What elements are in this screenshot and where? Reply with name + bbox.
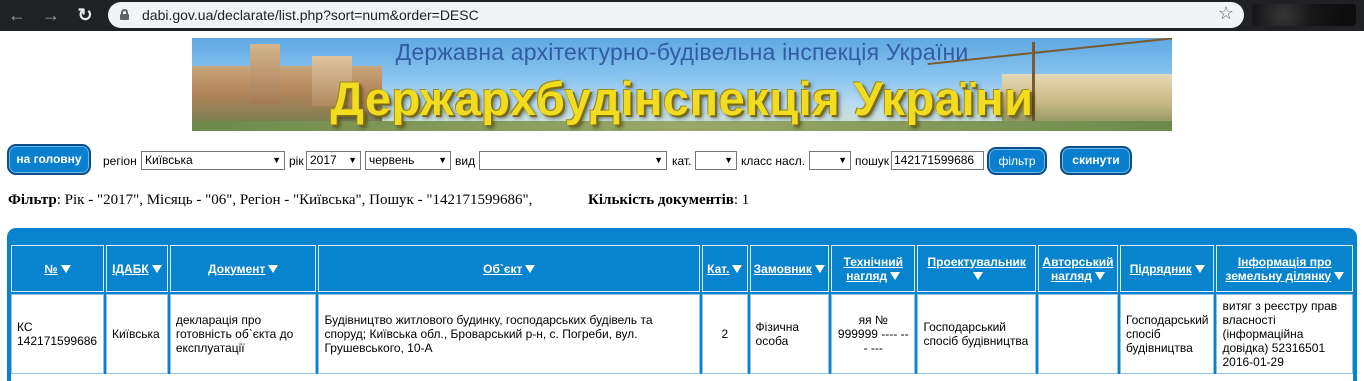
type-label: вид [455,154,476,168]
dropdown-arrow-icon: ▼ [438,155,447,165]
column-header-document[interactable]: Документ [169,245,317,292]
column-header-customer[interactable]: Замовник [749,245,830,292]
column-header-idabk[interactable]: ІДАБК [105,245,168,292]
home-button[interactable]: на головну [7,144,91,175]
sort-arrow-icon [60,264,71,273]
search-input[interactable]: 142171599686 [891,151,984,170]
sort-arrow-icon [525,264,536,273]
column-header-author-supervision[interactable]: Авторський нагляд [1037,245,1118,292]
document-count: Кількість документів: 1 [588,192,749,209]
search-label: пошук [855,154,890,168]
table-header-row: № ІДАБК Документ Об`єкт Кат. Замовник Те… [11,245,1353,292]
sort-arrow-icon [1094,271,1105,280]
dropdown-arrow-icon: ▼ [272,155,281,165]
filter-summary-label: Фільтр [8,192,57,208]
site-banner: Державна архітектурно-будівельна інспекц… [192,38,1172,131]
document-count-label: Кількість документів [588,192,734,208]
results-table: № ІДАБК Документ Об`єкт Кат. Замовник Те… [9,243,1355,376]
filter-summary-text: : Рік - "2017", Місяць - "06", Регіон - … [56,192,533,208]
cell-contractor: Господарський спосіб будівництва [1119,294,1215,374]
filter-summary: Фільтр: Рік - "2017", Місяць - "06", Рег… [8,192,749,209]
table-next-row-edge [11,374,1353,381]
table-row[interactable]: КС 142171599686 Київська декларація про … [11,294,1353,374]
sort-arrow-icon [973,271,984,280]
sort-arrow-icon [890,271,901,280]
class-label: класс насл. [741,154,806,168]
sort-arrow-icon [732,264,743,273]
banner-title: Держархбудінспекція України [330,72,1034,125]
category-select[interactable]: ▼ [695,151,737,170]
cell-author-supervision [1037,294,1118,374]
bookmark-star-icon[interactable]: ☆ [1218,3,1234,24]
dropdown-arrow-icon: ▼ [724,155,733,165]
cell-idabk: Київська [105,294,168,374]
address-url[interactable]: dabi.gov.ua/declarate/list.php?sort=num&… [142,7,479,23]
dropdown-arrow-icon: ▼ [838,155,847,165]
cell-land-info: витяг з реєстру прав власності (інформац… [1216,294,1353,374]
class-select[interactable]: ▼ [809,151,851,170]
cell-document: декларація про готовність об`єкта до екс… [169,294,317,374]
column-header-contractor[interactable]: Підрядник [1119,245,1215,292]
type-select[interactable]: ▼ [479,151,667,170]
banner-subtitle: Державна архітектурно-будівельна інспекц… [395,39,969,65]
region-label: регіон [103,154,137,168]
year-select[interactable]: 2017 ▼ [306,151,361,170]
sort-arrow-icon [151,264,162,273]
browser-extensions-area [1252,4,1356,26]
column-header-designer[interactable]: Проектувальник [917,245,1036,292]
cell-customer: Фізична особа [749,294,830,374]
lock-icon [120,9,129,20]
column-header-land-info[interactable]: Інформація про земельну ділянку [1216,245,1353,292]
year-label: рік [289,154,304,168]
category-label: кат. [672,154,692,168]
document-count-value: : 1 [733,192,750,208]
month-select[interactable]: червень ▼ [365,151,451,170]
dropdown-arrow-icon: ▼ [348,155,357,165]
region-select[interactable]: Київська ▼ [141,151,285,170]
reload-icon[interactable]: ↻ [74,4,96,26]
column-header-num[interactable]: № [11,245,104,292]
sort-arrow-icon [1334,271,1345,280]
filter-button[interactable]: фільтр [987,147,1047,175]
dropdown-arrow-icon: ▼ [654,155,663,165]
month-select-value: червень [369,153,415,167]
sort-arrow-icon [268,264,279,273]
column-header-category[interactable]: Кат. [702,245,748,292]
column-header-tech-supervision[interactable]: Технічний нагляд [831,245,916,292]
cell-tech-supervision: яя № 999999 ---- --- --- [831,294,916,374]
cell-num[interactable]: КС 142171599686 [11,294,104,374]
year-select-value: 2017 [310,153,337,167]
address-bar[interactable]: dabi.gov.ua/declarate/list.php?sort=num&… [108,2,1244,28]
results-table-panel: № ІДАБК Документ Об`єкт Кат. Замовник Те… [7,228,1357,381]
sort-arrow-icon [1194,264,1205,273]
reset-button[interactable]: скинути [1060,146,1132,175]
column-header-object[interactable]: Об`єкт [318,245,701,292]
forward-arrow-icon[interactable]: → [40,4,62,26]
back-arrow-icon[interactable]: ← [6,4,28,26]
browser-toolbar: ← → ↻ dabi.gov.ua/declarate/list.php?sor… [0,0,1364,31]
sort-arrow-icon [814,264,825,273]
cell-category: 2 [702,294,748,374]
cell-designer: Господарський спосіб будівництва [917,294,1036,374]
cell-object: Будівництво житлового будинку, господарс… [318,294,701,374]
region-select-value: Київська [145,153,193,167]
